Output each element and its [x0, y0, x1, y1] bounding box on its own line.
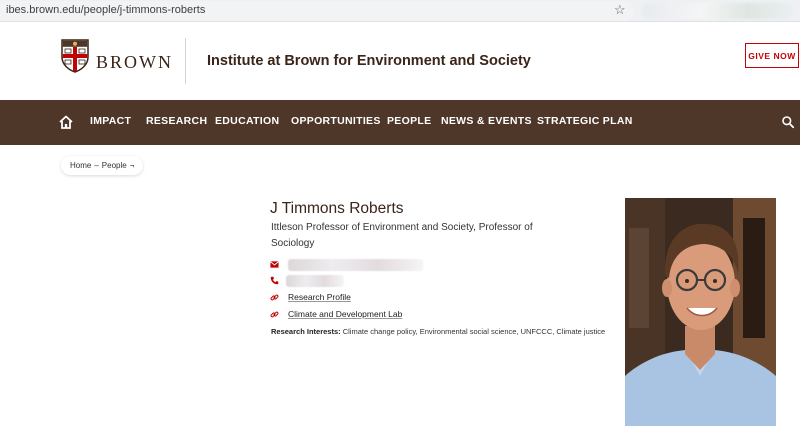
profile-photo: [625, 198, 776, 426]
research-interests-value: Climate change policy, Environmental soc…: [342, 327, 606, 336]
nav-impact[interactable]: IMPACT: [90, 115, 131, 127]
breadcrumb-separator: –: [94, 161, 99, 170]
breadcrumb: Home – People ¬: [61, 156, 144, 175]
phone-icon: [270, 276, 279, 285]
profile-title: Ittleson Professor of Environment and So…: [271, 222, 533, 249]
research-interests: Research Interests: Climate change polic…: [271, 327, 605, 336]
institute-title[interactable]: Institute at Brown for Environment and S…: [207, 53, 531, 69]
nav-research[interactable]: RESEARCH: [146, 115, 207, 127]
profile-photo-illustration: [625, 198, 776, 426]
nav-opportunities[interactable]: OPPORTUNITIES: [291, 115, 381, 127]
nav-people[interactable]: PEOPLE: [387, 115, 431, 127]
search-icon[interactable]: [781, 115, 795, 129]
url-field[interactable]: ibes.brown.edu/people/j-timmons-roberts: [0, 1, 634, 21]
breadcrumb-home[interactable]: Home: [70, 161, 91, 170]
nav-education[interactable]: EDUCATION: [215, 115, 279, 127]
nav-strategic-plan[interactable]: STRATEGIC PLAN: [537, 115, 633, 127]
breadcrumb-caret: ¬: [129, 161, 135, 170]
browser-extensions-area: [642, 3, 792, 19]
main-nav: IMPACT RESEARCH EDUCATION OPPORTUNITIES …: [0, 100, 800, 145]
site-header: BROWN Institute at Brown for Environment…: [0, 22, 800, 100]
brown-wordmark[interactable]: BROWN: [96, 52, 173, 73]
url-text[interactable]: ibes.brown.edu/people/j-timmons-roberts: [6, 4, 205, 16]
link-icon: [270, 294, 279, 301]
breadcrumb-people[interactable]: People: [102, 161, 127, 170]
profile-name: J Timmons Roberts: [270, 200, 404, 217]
research-profile-link[interactable]: Research Profile: [288, 292, 351, 302]
home-icon[interactable]: [58, 114, 74, 130]
climate-lab-link[interactable]: Climate and Development Lab: [288, 309, 402, 319]
nav-news-events[interactable]: NEWS & EVENTS: [441, 115, 532, 127]
browser-address-bar: ibes.brown.edu/people/j-timmons-roberts …: [0, 0, 800, 22]
give-now-button[interactable]: GIVE NOW: [745, 43, 799, 68]
bookmark-star-icon[interactable]: ☆: [614, 2, 626, 18]
email-redacted[interactable]: [288, 259, 423, 271]
header-divider: [185, 38, 186, 84]
envelope-icon: [270, 261, 279, 268]
phone-redacted[interactable]: [286, 275, 344, 287]
brown-shield-logo[interactable]: [60, 37, 90, 73]
research-interests-label: Research Interests:: [271, 327, 341, 336]
link-icon: [270, 311, 279, 318]
